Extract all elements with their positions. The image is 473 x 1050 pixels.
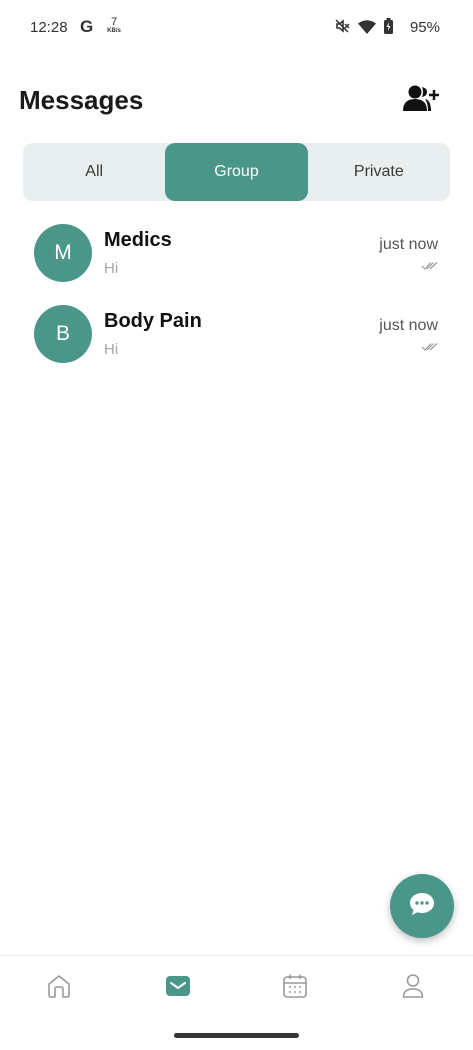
double-check-icon — [421, 339, 438, 357]
network-speed-value: 7 — [110, 16, 118, 28]
network-speed-unit: KB/s — [107, 28, 121, 34]
chat-list: M Medics Hi just now B Body Pain Hi just… — [0, 220, 473, 382]
add-user-button[interactable] — [402, 84, 440, 116]
chat-time: just now — [379, 236, 438, 253]
home-icon — [46, 973, 72, 1004]
chat-preview: Hi — [104, 260, 119, 277]
google-icon: G — [80, 17, 94, 36]
chat-name: Medics — [104, 229, 172, 251]
avatar: M — [34, 224, 92, 282]
tab-private[interactable]: Private — [308, 143, 450, 201]
wifi-icon — [358, 19, 376, 39]
mute-icon — [334, 18, 350, 39]
double-check-icon — [421, 258, 438, 276]
nav-messages[interactable] — [163, 973, 193, 1003]
nav-profile[interactable] — [398, 973, 428, 1003]
avatar: B — [34, 305, 92, 363]
calendar-icon — [282, 973, 308, 1004]
messages-icon — [165, 975, 191, 1002]
chat-list-item[interactable]: B Body Pain Hi just now — [0, 301, 473, 382]
tab-group[interactable]: Group — [165, 143, 308, 201]
nav-calendar[interactable] — [280, 973, 310, 1003]
status-time: 12:28 — [30, 19, 68, 36]
chat-preview: Hi — [104, 341, 119, 358]
network-speed: 7 KB/s — [103, 16, 125, 35]
status-bar: 12:28 G 7 KB/s 95% — [0, 0, 473, 56]
page-title: Messages — [19, 85, 144, 115]
chat-bubble-icon — [409, 892, 435, 921]
profile-icon — [401, 973, 425, 1004]
add-user-icon — [403, 84, 439, 117]
tab-all[interactable]: All — [23, 143, 165, 201]
chat-name: Body Pain — [104, 310, 202, 332]
status-icons — [334, 18, 393, 39]
header: Messages — [19, 84, 454, 120]
chat-list-item[interactable]: M Medics Hi just now — [0, 220, 473, 301]
chat-time: just now — [379, 317, 438, 334]
battery-icon — [384, 18, 393, 39]
battery-percentage: 95% — [409, 19, 440, 36]
new-chat-button[interactable] — [390, 874, 454, 938]
home-indicator[interactable] — [174, 1033, 299, 1038]
message-filter-tabs: All Group Private — [23, 143, 450, 201]
nav-home[interactable] — [44, 973, 74, 1003]
